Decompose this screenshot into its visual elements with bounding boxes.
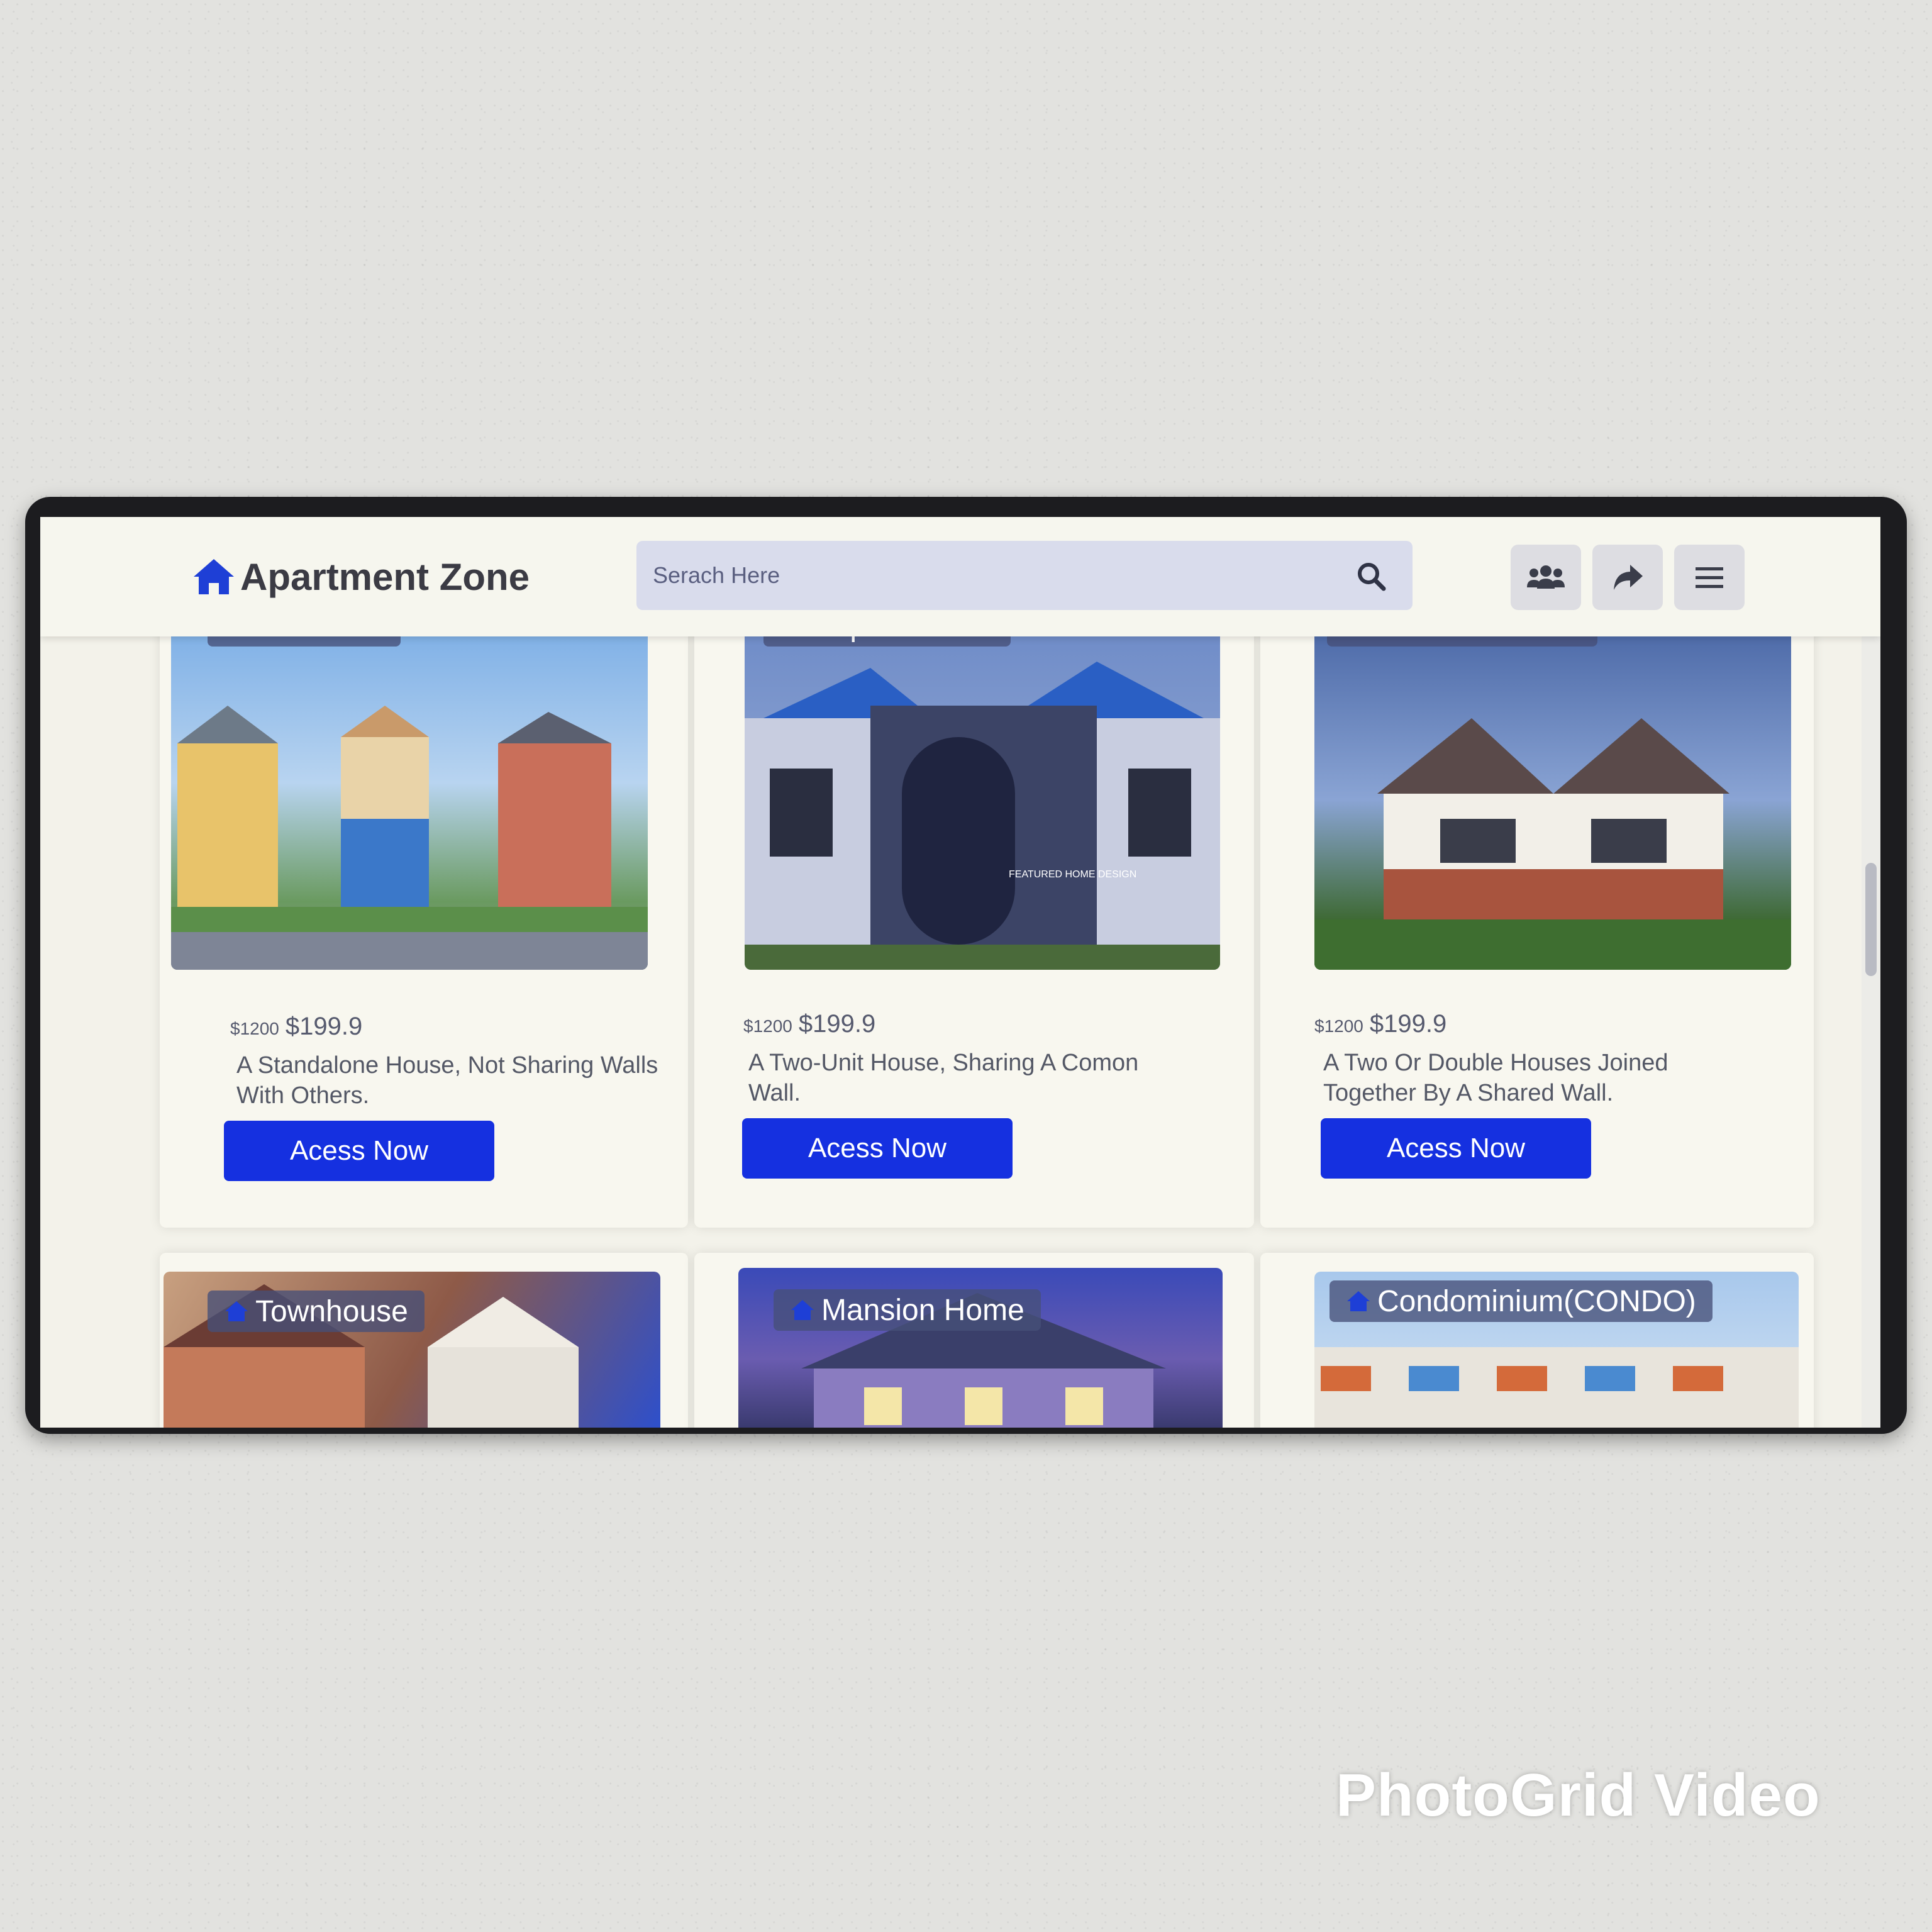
top-navbar: Apartment Zone Serach Here [40,517,1880,636]
semi-detached-house-image[interactable]: Semi Detached [1314,630,1791,970]
card-description: A Standalone House, Not Sharing Walls Wi… [236,1052,658,1109]
current-price: $199.9 [798,1010,876,1038]
detached-house-image[interactable]: Detached [171,630,648,970]
featured-sign: FEATURED HOME DESIGN [1009,869,1137,880]
current-price: $199.9 [285,1013,363,1040]
home-icon [225,1301,248,1321]
condominium-image[interactable]: Condominium(CONDO) [1314,1272,1799,1428]
current-price: $199.9 [1369,1010,1447,1038]
browser-screen: Apartment Zone Serach Here $1200 $199.9 … [40,517,1880,1428]
card-description: A Two-Unit House, Sharing A Comon Wall. [748,1050,1139,1106]
search-input[interactable]: Serach Here [653,562,780,589]
category-tag-label: Townhouse [255,1294,408,1328]
category-tag-condominium: Condominium(CONDO) [1330,1280,1713,1322]
brand-name: Apartment Zone [240,555,530,598]
old-price: $1200 [230,1019,279,1038]
share-icon [1614,565,1643,590]
category-tag-townhouse: Townhouse [208,1291,425,1332]
search-icon[interactable] [1355,560,1387,592]
page-scrollbar[interactable] [1862,636,1880,1428]
scrollbar-thumb[interactable] [1865,863,1877,976]
home-icon [791,1300,814,1320]
property-card-semi-detached: Semi Detached $1200 $199.9 A Two Or Doub… [1260,618,1814,1228]
card-description: A Two Or Double Houses Joined Together B… [1323,1050,1668,1106]
category-tag-label: Condominium(CONDO) [1377,1284,1696,1318]
property-card-detached: Detached $1200 $199.9 A Standalone House… [160,618,688,1228]
access-now-button[interactable]: Acess Now [224,1121,494,1181]
property-card-duplex: Duplex Home FEATURED HOME DESIGN $1200 $… [694,618,1254,1228]
property-card-townhouse: Townhouse [160,1253,688,1428]
duplex-house-image[interactable]: Duplex Home FEATURED HOME DESIGN [745,630,1220,970]
access-now-button[interactable]: Acess Now [1321,1118,1591,1179]
watermark: PhotoGrid Video [1336,1762,1821,1829]
menu-button[interactable] [1674,545,1745,610]
price-row: $1200 $199.9 [230,1013,362,1041]
old-price: $1200 [743,1016,792,1036]
detached-house-illustration [171,706,648,970]
duplex-house-illustration [745,662,1220,970]
share-button[interactable] [1592,545,1663,610]
brand-logo[interactable]: Apartment Zone [191,548,530,605]
home-icon [1347,1291,1370,1311]
price-row: $1200 $199.9 [1314,1010,1446,1038]
home-icon [194,559,234,594]
old-price: $1200 [1314,1016,1363,1036]
users-button[interactable] [1511,545,1581,610]
category-tag-mansion: Mansion Home [774,1289,1041,1331]
search-bar[interactable]: Serach Here [636,541,1413,610]
menu-icon [1696,567,1723,588]
property-card-condominium: Condominium(CONDO) [1260,1253,1814,1428]
semi-detached-house-illustration [1314,718,1791,970]
users-icon [1527,565,1565,589]
mansion-home-image[interactable]: Mansion Home [738,1268,1223,1428]
property-card-mansion: Mansion Home [694,1253,1254,1428]
townhouse-image[interactable]: Townhouse [164,1272,660,1428]
access-now-button[interactable]: Acess Now [742,1118,1013,1179]
category-tag-label: Mansion Home [821,1293,1024,1327]
price-row: $1200 $199.9 [743,1010,875,1038]
